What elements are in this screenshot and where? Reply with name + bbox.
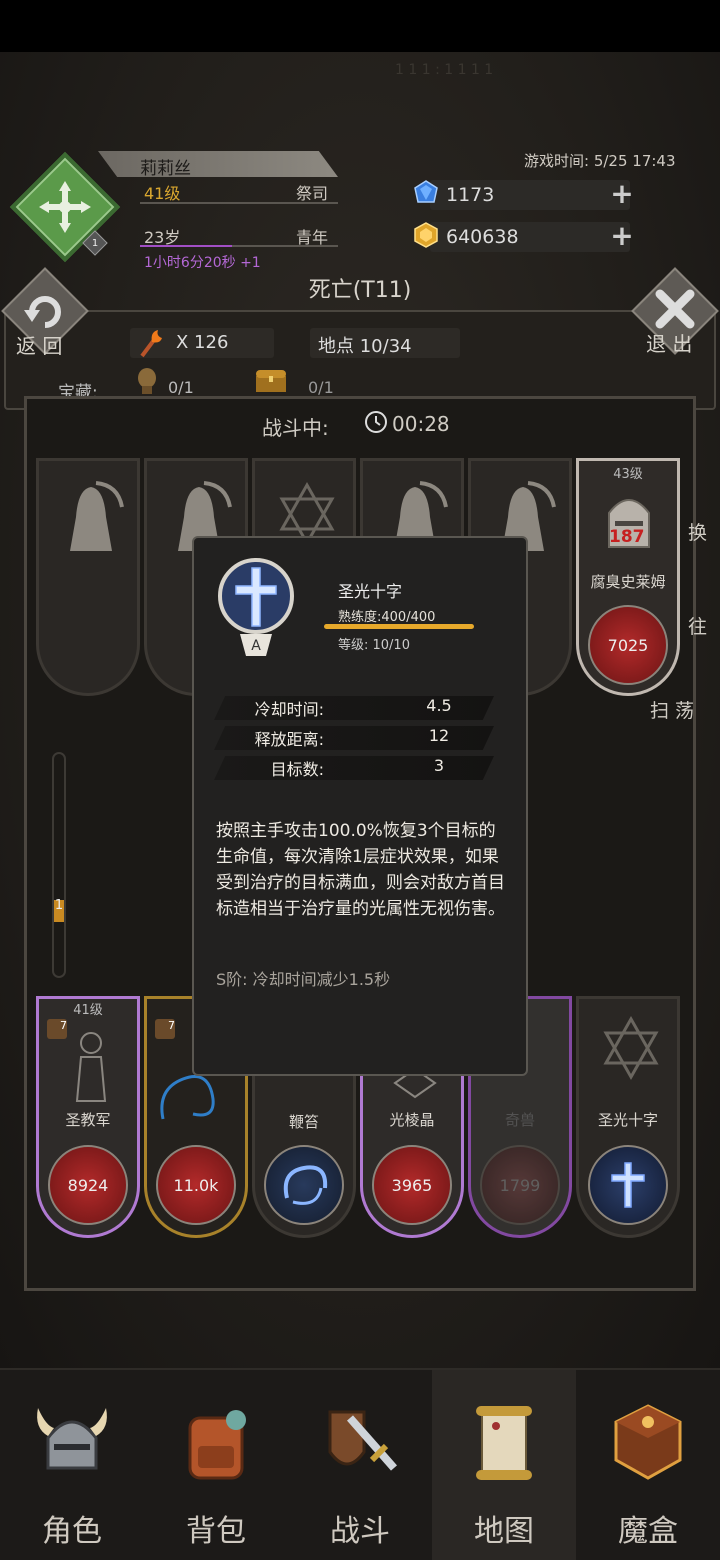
ally-name: 光棱晶 [389,1111,435,1129]
relic-icon [138,368,156,394]
swap-button[interactable]: 换 [688,518,707,545]
nav-label: 魔盒 [618,1514,678,1549]
sword-shield-icon [328,1410,398,1471]
attr-value: 3 [433,756,445,775]
wave-number: 1 [54,898,64,913]
auto-button[interactable]: 往 [688,612,707,639]
add-gem-button[interactable]: + [610,180,634,208]
age-timer: 1小时6分20秒 +1 [144,255,261,271]
add-gold-button[interactable]: + [610,222,634,250]
class-level-badge-text: 1 [91,238,99,249]
bottom-nav: 角色 背包 战斗 地图 魔盒 [0,1368,720,1560]
name-plate [98,151,338,177]
scroll-map-icon [476,1406,532,1480]
ally-slot-6[interactable]: 圣光十字 [576,996,680,1238]
back-label[interactable]: 返 回 [16,330,62,359]
crusader-icon [75,1032,107,1102]
skill-proficiency: 熟练度:400/400 [338,610,436,625]
battle-timer: 00:28 [392,412,450,436]
holy-cross-skill-icon [588,1145,668,1225]
nav-label: 战斗 [330,1514,390,1549]
nav-label: 背包 [186,1514,246,1549]
skill-name: 圣光十字 [338,582,403,601]
attr-row-cooldown: 冷却时间: 4.5 [214,696,494,720]
whip-skill-icon [264,1145,344,1225]
treasure-count: 0/1 [168,378,194,397]
nav-label: 地图 [474,1514,534,1549]
battle-status: 战斗中: [262,416,329,440]
age-bar-fill [140,245,232,247]
enemy-level: 43级 [613,467,643,482]
enemy-slot-1[interactable] [36,458,140,696]
ally-slot-1[interactable]: 41级 7 圣教军 8924 [36,996,140,1238]
attr-label: 冷却时间: [254,700,324,719]
wave-progress-track [52,752,66,978]
return-arrow-icon [24,296,61,328]
damage-number: 187 [609,527,645,547]
ally-name: 奇兽 [504,1111,535,1129]
spot-count: 地点 10/34 [318,336,412,357]
skill-description: 按照主手攻击100.0%恢复3个目标的生命值，每次清除1层症状效果，如果受到治疗… [216,821,505,919]
gold-count: 640638 [446,226,519,248]
nav-backpack[interactable]: 背包 [144,1370,288,1560]
gem-count: 1173 [446,184,495,206]
game-time: 游戏时间: 5/25 17:43 [524,152,676,170]
chest-icon [256,370,286,392]
reaper-icon [70,481,124,551]
attr-row-targets: 目标数: 3 [214,756,494,780]
proficiency-bar [324,624,474,629]
enemy-hp: 7025 [588,605,668,685]
torch-count: X 126 [176,332,229,353]
helmet-icon [37,1408,107,1470]
attr-row-range: 释放距离: 12 [214,726,494,750]
close-x-icon [655,289,695,329]
player-name: 莉莉丝 [140,159,191,179]
ally-hp: 8924 [48,1145,128,1225]
magic-box-icon [614,1404,682,1480]
ally-name: 鞭笞 [288,1113,319,1131]
exit-label[interactable]: 退 出 [646,328,692,357]
chest-count: 0/1 [308,378,334,397]
attr-value: 4.5 [426,696,452,715]
nav-map[interactable]: 地图 [432,1370,576,1560]
sweep-button[interactable]: 扫 荡 [650,696,694,723]
nav-character[interactable]: 角色 [0,1370,144,1560]
attr-label: 释放距离: [254,730,324,749]
skill-grade: 等级: 10/10 [338,638,410,653]
clock-icon [365,411,387,433]
ally-hp: 3965 [372,1145,452,1225]
hexagram-icon [603,1015,659,1081]
nav-battle[interactable]: 战斗 [288,1370,432,1560]
player-class: 祭司 [296,184,329,203]
location-panel [4,310,716,410]
skill-s-rank: S阶: 冷却时间减少1.5秒 [216,970,391,989]
nav-magic-box[interactable]: 魔盒 [576,1370,720,1560]
status-ghost-text: 1 1 1 : 1 1 1 1 [395,62,494,78]
gold-gem-icon [414,222,438,248]
enemy-name: 腐臭史莱姆 [590,573,666,591]
ally-name: 圣教军 [65,1111,111,1129]
level-divider [140,202,338,204]
ally-hp: 11.0k [156,1145,236,1225]
ally-badge: 7 [155,1019,175,1039]
ally-name: 圣光十字 [597,1111,658,1129]
status-bar [0,0,720,52]
skill-tooltip: A 圣光十字 熟练度:400/400 等级: 10/10 冷却时间: 4.5 释… [192,536,528,1076]
player-level: 41级 [144,184,181,203]
attr-label: 目标数: [270,760,324,779]
ally-hp: 1799 [480,1145,560,1225]
torch-icon [140,330,162,358]
ally-level: 41级 [73,1003,103,1018]
nav-label: 角色 [42,1514,102,1549]
blue-gem-icon [414,180,438,203]
backpack-icon [188,1410,246,1480]
skill-rank-letter: A [251,638,261,654]
attr-value: 12 [428,726,450,745]
enemy-slot-6[interactable]: 43级 187 腐臭史莱姆 7025 [576,458,680,696]
stage-title: 死亡(T11) [308,278,412,303]
